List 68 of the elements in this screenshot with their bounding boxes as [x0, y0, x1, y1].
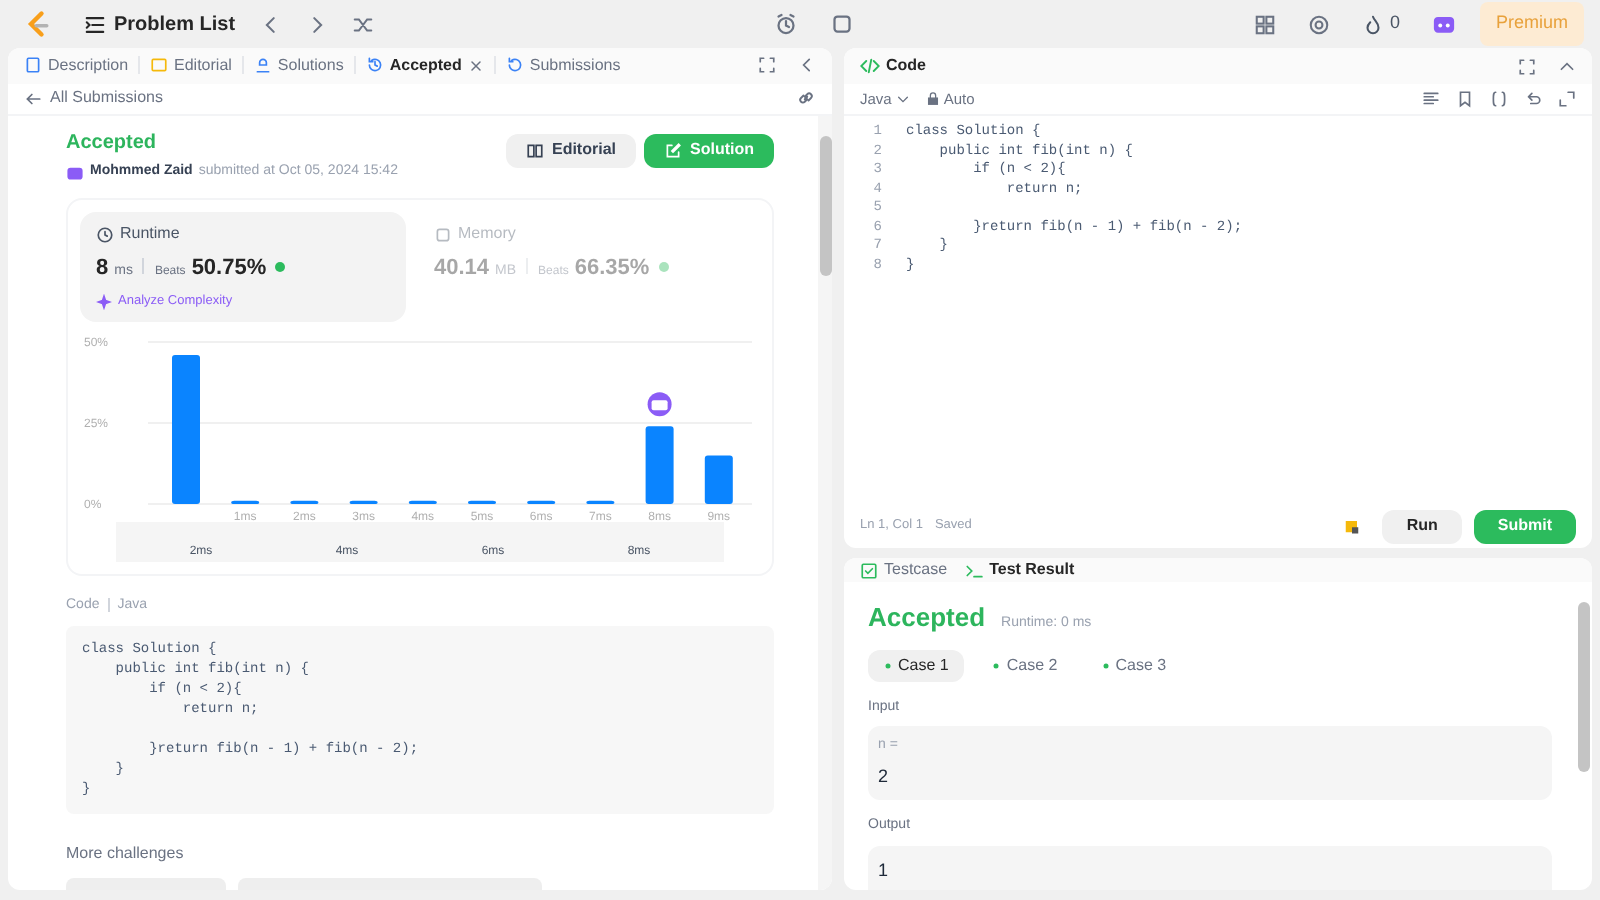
- braces-icon[interactable]: [1490, 90, 1508, 108]
- panel-tab[interactable]: Submissions: [505, 53, 621, 78]
- bookmark-icon[interactable]: [1456, 90, 1474, 108]
- status-dot-icon: [884, 661, 892, 669]
- all-submissions-link[interactable]: All Submissions: [24, 86, 163, 111]
- editorial-button[interactable]: Editorial: [505, 133, 636, 168]
- problem-list-label: Problem List: [114, 11, 236, 39]
- panel-tab[interactable]: Editorial: [150, 53, 232, 78]
- format-icon[interactable]: [1422, 90, 1440, 108]
- history-icon: [505, 56, 524, 75]
- output-value: 1: [878, 857, 891, 883]
- run-button[interactable]: Run: [1382, 509, 1462, 543]
- status-dot-icon: [992, 661, 1001, 669]
- collapse-icon[interactable]: [1558, 57, 1576, 75]
- stat-title: Runtime: [120, 222, 180, 247]
- stat-value: 40.14: [434, 254, 490, 285]
- chevron-down-icon: [895, 92, 910, 106]
- case-tab[interactable]: Case 2: [976, 649, 1074, 681]
- link-icon[interactable]: [796, 88, 816, 109]
- avatar-icon[interactable]: [1432, 12, 1456, 36]
- back-arrow-icon: [24, 89, 42, 108]
- status-dot-icon: [1101, 661, 1110, 669]
- stat-title: Memory: [458, 222, 516, 247]
- code-icon: [860, 56, 880, 76]
- stat-value: 8: [96, 254, 109, 285]
- panel-tab[interactable]: Testcase: [860, 558, 948, 582]
- clock-icon: [96, 225, 114, 244]
- list-icon: [84, 13, 106, 35]
- chart-bar[interactable]: [645, 425, 674, 503]
- panel-tab[interactable]: Solutions: [253, 53, 344, 78]
- scrollbar-thumb[interactable]: [1578, 602, 1590, 772]
- badge-icon: [655, 258, 672, 275]
- close-icon[interactable]: [467, 57, 484, 74]
- panel-tab[interactable]: Test Result: [963, 558, 1075, 582]
- chart-bar[interactable]: [704, 454, 733, 503]
- panel-title: Code: [886, 54, 926, 78]
- terminal-icon: [963, 561, 984, 579]
- collapse-icon[interactable]: [798, 56, 816, 75]
- shuffle-icon[interactable]: [351, 13, 374, 35]
- beats-percent: 50.75%: [191, 254, 267, 285]
- avatar-icon: [66, 163, 84, 181]
- settings-icon[interactable]: [1307, 13, 1330, 35]
- submission-status: Accepted: [66, 129, 159, 158]
- panel-tab[interactable]: Description: [24, 53, 129, 78]
- history-icon: [365, 56, 384, 75]
- sparkle-icon: [96, 293, 112, 310]
- streak-count: 0: [1389, 10, 1400, 37]
- avatar-marker-icon: [647, 391, 672, 416]
- lock-icon: [925, 92, 940, 106]
- undo-icon[interactable]: [1524, 90, 1542, 108]
- beats-percent: 66.35%: [574, 254, 650, 285]
- scrollbar-thumb[interactable]: [819, 135, 831, 276]
- alarm-clock-icon[interactable]: [773, 12, 798, 36]
- section-heading: More challenges: [66, 842, 186, 866]
- fullscreen-icon[interactable]: [758, 56, 776, 75]
- fullscreen-icon[interactable]: [1518, 57, 1536, 75]
- checkbox-icon: [860, 561, 878, 579]
- layout-grid-icon[interactable]: [1253, 13, 1276, 35]
- result-status: Accepted: [868, 600, 986, 636]
- problem-list-button[interactable]: Problem List: [84, 9, 236, 39]
- edit-icon: [664, 141, 682, 160]
- document-icon: [24, 56, 42, 75]
- input-value: 2: [878, 763, 891, 789]
- case-tab[interactable]: Case 1: [868, 649, 965, 681]
- expand-icon[interactable]: [1558, 90, 1576, 108]
- case-tab[interactable]: Case 3: [1085, 649, 1183, 681]
- panel-tab[interactable]: Accepted: [365, 53, 462, 78]
- badge-icon: [272, 258, 289, 275]
